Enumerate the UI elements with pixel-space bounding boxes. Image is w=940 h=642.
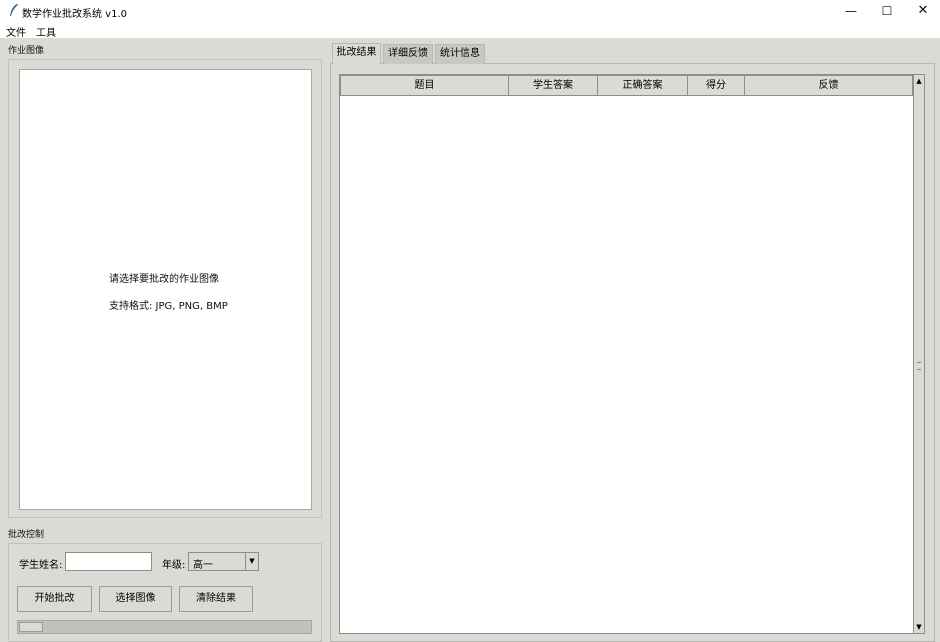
close-button[interactable]: ✕ xyxy=(904,0,940,22)
image-panel-label: 作业图像 xyxy=(8,46,45,56)
scroll-down-icon[interactable]: ▼ xyxy=(914,621,924,633)
column-header-student-answer[interactable]: 学生答案 xyxy=(508,75,598,96)
image-hint-text: 请选择要批改的作业图像 xyxy=(109,274,219,285)
image-canvas[interactable]: 请选择要批改的作业图像 支持格式: JPG, PNG, BMP xyxy=(19,69,312,510)
clear-results-button[interactable]: 清除结果 xyxy=(179,586,253,612)
app-window: 数学作业批改系统 v1.0 — ☐ ✕ 文件 工具 作业图像 请选择要批改的作业… xyxy=(0,0,940,642)
grade-label: 年级: xyxy=(162,560,186,571)
scrollbar-thumb[interactable] xyxy=(915,87,923,621)
grade-select-value: 高一 xyxy=(193,560,213,571)
results-table[interactable] xyxy=(339,74,914,634)
tab-grading-results[interactable]: 批改结果 xyxy=(332,43,381,64)
student-name-input[interactable] xyxy=(65,552,152,571)
progress-bar-indicator xyxy=(19,622,43,632)
menu-tools[interactable]: 工具 xyxy=(36,24,56,39)
grip-icon xyxy=(917,362,921,370)
feather-icon xyxy=(10,4,18,16)
column-header-score[interactable]: 得分 xyxy=(687,75,745,96)
menu-bar: 文件 工具 xyxy=(0,22,940,39)
tab-detailed-feedback[interactable]: 详细反馈 xyxy=(383,44,433,64)
chevron-down-icon[interactable]: ▼ xyxy=(245,553,258,570)
minimize-button[interactable]: — xyxy=(832,0,870,22)
menu-file[interactable]: 文件 xyxy=(6,24,26,39)
control-panel-label: 批改控制 xyxy=(8,530,45,540)
scroll-up-icon[interactable]: ▲ xyxy=(914,75,924,87)
column-header-question[interactable]: 题目 xyxy=(340,75,509,96)
progress-bar xyxy=(17,620,312,634)
column-header-correct-answer[interactable]: 正确答案 xyxy=(597,75,688,96)
start-grading-button[interactable]: 开始批改 xyxy=(17,586,92,612)
column-header-feedback[interactable]: 反馈 xyxy=(744,75,913,96)
student-name-label: 学生姓名: xyxy=(19,560,63,571)
image-format-hint: 支持格式: JPG, PNG, BMP xyxy=(109,301,228,312)
results-scrollbar[interactable]: ▲ ▼ xyxy=(913,74,925,634)
maximize-button[interactable]: ☐ xyxy=(868,0,906,22)
select-image-button[interactable]: 选择图像 xyxy=(99,586,172,612)
window-title: 数学作业批改系统 v1.0 xyxy=(22,9,127,20)
grade-select[interactable]: 高一 ▼ xyxy=(188,552,259,571)
tab-statistics[interactable]: 统计信息 xyxy=(435,44,485,64)
title-bar: 数学作业批改系统 v1.0 — ☐ ✕ xyxy=(0,0,940,22)
